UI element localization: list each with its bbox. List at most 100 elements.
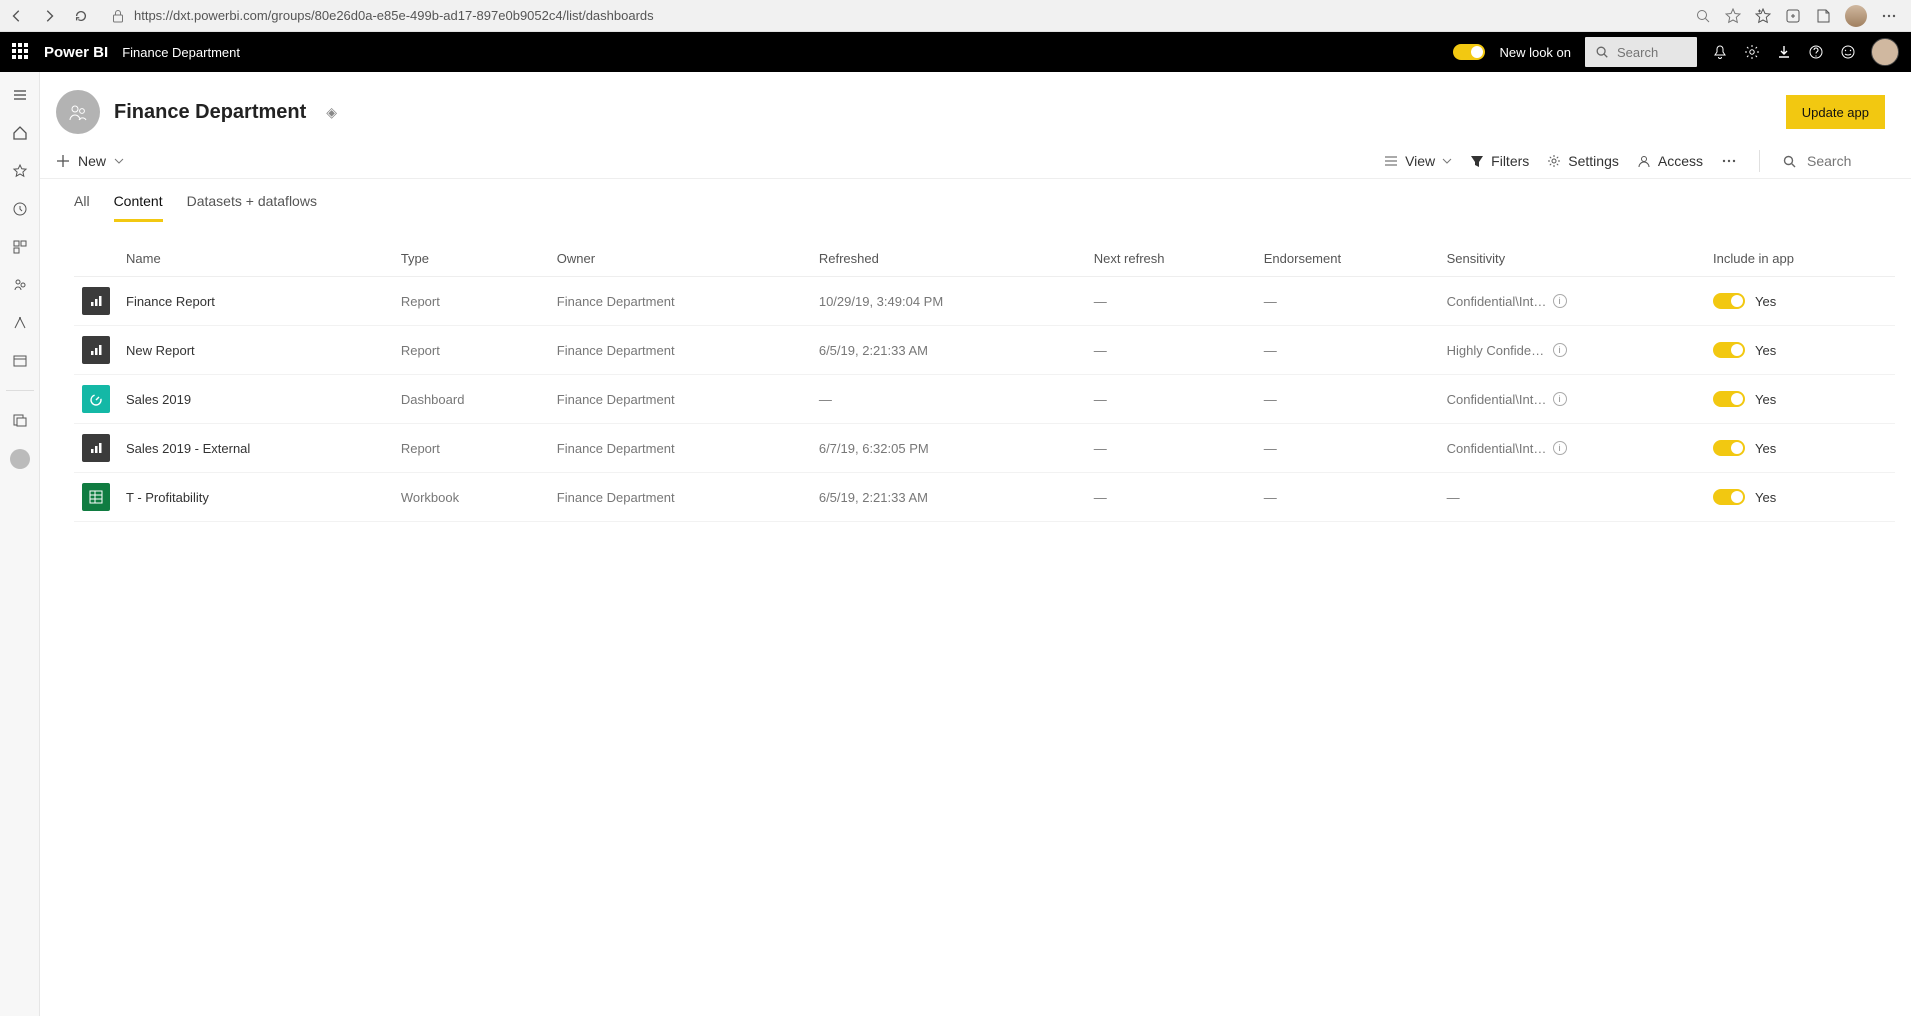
browser-toolbar: https://dxt.powerbi.com/groups/80e26d0a-… xyxy=(0,0,1911,32)
cell-owner: Finance Department xyxy=(549,277,811,326)
tab-content[interactable]: Content xyxy=(114,187,163,222)
tab-datasets[interactable]: Datasets + dataflows xyxy=(187,187,317,222)
toolbar-search[interactable] xyxy=(1782,153,1897,169)
table-row[interactable]: Finance Report Report Finance Department… xyxy=(74,277,1895,326)
access-button[interactable]: Access xyxy=(1637,153,1703,169)
tab-all[interactable]: All xyxy=(74,187,90,222)
cell-owner: Finance Department xyxy=(549,326,811,375)
breadcrumb[interactable]: Finance Department xyxy=(122,45,240,60)
include-label: Yes xyxy=(1755,441,1776,456)
cell-icon xyxy=(74,424,118,473)
notifications-icon[interactable] xyxy=(1711,43,1729,61)
url-text: https://dxt.powerbi.com/groups/80e26d0a-… xyxy=(134,8,654,23)
menu-icon[interactable] xyxy=(11,86,29,104)
help-icon[interactable] xyxy=(1807,43,1825,61)
feedback-icon[interactable] xyxy=(1839,43,1857,61)
cell-sensitivity: Confidential\Internal-...i xyxy=(1439,424,1705,473)
notes-icon[interactable] xyxy=(1815,8,1831,24)
include-toggle[interactable] xyxy=(1713,489,1745,505)
cell-name[interactable]: Sales 2019 xyxy=(118,375,393,424)
forward-button[interactable] xyxy=(40,7,58,25)
cell-refreshed: — xyxy=(811,375,1086,424)
workspace-avatar-icon[interactable] xyxy=(10,449,30,469)
more-icon xyxy=(1721,153,1737,169)
plus-icon xyxy=(56,154,70,168)
col-endorsement[interactable]: Endorsement xyxy=(1256,241,1439,277)
recent-icon[interactable] xyxy=(11,200,29,218)
include-toggle[interactable] xyxy=(1713,293,1745,309)
filters-button[interactable]: Filters xyxy=(1470,153,1529,169)
update-app-button[interactable]: Update app xyxy=(1786,95,1885,129)
cell-icon xyxy=(74,473,118,522)
header-search[interactable] xyxy=(1585,37,1697,67)
learn-icon[interactable] xyxy=(11,314,29,332)
more-icon[interactable] xyxy=(1881,8,1897,24)
new-look-label: New look on xyxy=(1499,45,1571,60)
cell-endorsement: — xyxy=(1256,424,1439,473)
table-row[interactable]: New Report Report Finance Department 6/5… xyxy=(74,326,1895,375)
lock-icon xyxy=(112,9,124,23)
star-outline-icon[interactable] xyxy=(1725,8,1741,24)
report-icon xyxy=(82,336,110,364)
cell-sensitivity: — xyxy=(1439,473,1705,522)
settings-icon[interactable] xyxy=(1743,43,1761,61)
cell-name[interactable]: T - Profitability xyxy=(118,473,393,522)
cell-endorsement: — xyxy=(1256,326,1439,375)
new-button[interactable]: New xyxy=(56,153,124,169)
settings-button[interactable]: Settings xyxy=(1547,153,1619,169)
include-toggle[interactable] xyxy=(1713,342,1745,358)
cell-type: Report xyxy=(393,424,549,473)
info-icon[interactable]: i xyxy=(1553,294,1567,308)
view-button[interactable]: View xyxy=(1384,153,1452,169)
refresh-button[interactable] xyxy=(72,7,90,25)
back-button[interactable] xyxy=(8,7,26,25)
my-workspace-icon[interactable] xyxy=(11,411,29,429)
new-look-toggle[interactable] xyxy=(1453,44,1485,60)
include-label: Yes xyxy=(1755,294,1776,309)
cell-type: Report xyxy=(393,277,549,326)
col-type[interactable]: Type xyxy=(393,241,549,277)
cell-name[interactable]: Finance Report xyxy=(118,277,393,326)
cell-refreshed: 6/5/19, 2:21:33 AM xyxy=(811,326,1086,375)
cell-include: Yes xyxy=(1705,326,1895,375)
col-owner[interactable]: Owner xyxy=(549,241,811,277)
apps-icon[interactable] xyxy=(11,238,29,256)
favorites-icon[interactable] xyxy=(1755,8,1771,24)
more-options-button[interactable] xyxy=(1721,153,1737,169)
cell-name[interactable]: New Report xyxy=(118,326,393,375)
home-icon[interactable] xyxy=(11,124,29,142)
col-include[interactable]: Include in app xyxy=(1705,241,1895,277)
browser-profile-avatar[interactable] xyxy=(1845,5,1867,27)
zoom-icon[interactable] xyxy=(1695,8,1711,24)
col-sensitivity[interactable]: Sensitivity xyxy=(1439,241,1705,277)
info-icon[interactable]: i xyxy=(1553,441,1567,455)
download-icon[interactable] xyxy=(1775,43,1793,61)
col-next-refresh[interactable]: Next refresh xyxy=(1086,241,1256,277)
info-icon[interactable]: i xyxy=(1553,392,1567,406)
workspace-avatar xyxy=(56,90,100,134)
table-row[interactable]: Sales 2019 - External Report Finance Dep… xyxy=(74,424,1895,473)
cell-type: Dashboard xyxy=(393,375,549,424)
favorites-rail-icon[interactable] xyxy=(11,162,29,180)
workspaces-icon[interactable] xyxy=(11,352,29,370)
content-table: Name Type Owner Refreshed Next refresh E… xyxy=(74,241,1895,522)
shared-icon[interactable] xyxy=(11,276,29,294)
table-row[interactable]: Sales 2019 Dashboard Finance Department … xyxy=(74,375,1895,424)
include-toggle[interactable] xyxy=(1713,440,1745,456)
collections-icon[interactable] xyxy=(1785,8,1801,24)
filters-label: Filters xyxy=(1491,153,1529,169)
chevron-down-icon xyxy=(1442,156,1452,166)
table-row[interactable]: T - Profitability Workbook Finance Depar… xyxy=(74,473,1895,522)
col-refreshed[interactable]: Refreshed xyxy=(811,241,1086,277)
nav-rail xyxy=(0,72,40,1016)
address-bar[interactable]: https://dxt.powerbi.com/groups/80e26d0a-… xyxy=(104,8,1681,23)
app-launcher-icon[interactable] xyxy=(12,43,30,61)
toolbar-search-input[interactable] xyxy=(1807,153,1897,169)
header-search-input[interactable] xyxy=(1617,45,1687,60)
col-name[interactable]: Name xyxy=(118,241,393,277)
info-icon[interactable]: i xyxy=(1553,343,1567,357)
include-toggle[interactable] xyxy=(1713,391,1745,407)
view-label: View xyxy=(1405,153,1435,169)
user-avatar[interactable] xyxy=(1871,38,1899,66)
cell-name[interactable]: Sales 2019 - External xyxy=(118,424,393,473)
